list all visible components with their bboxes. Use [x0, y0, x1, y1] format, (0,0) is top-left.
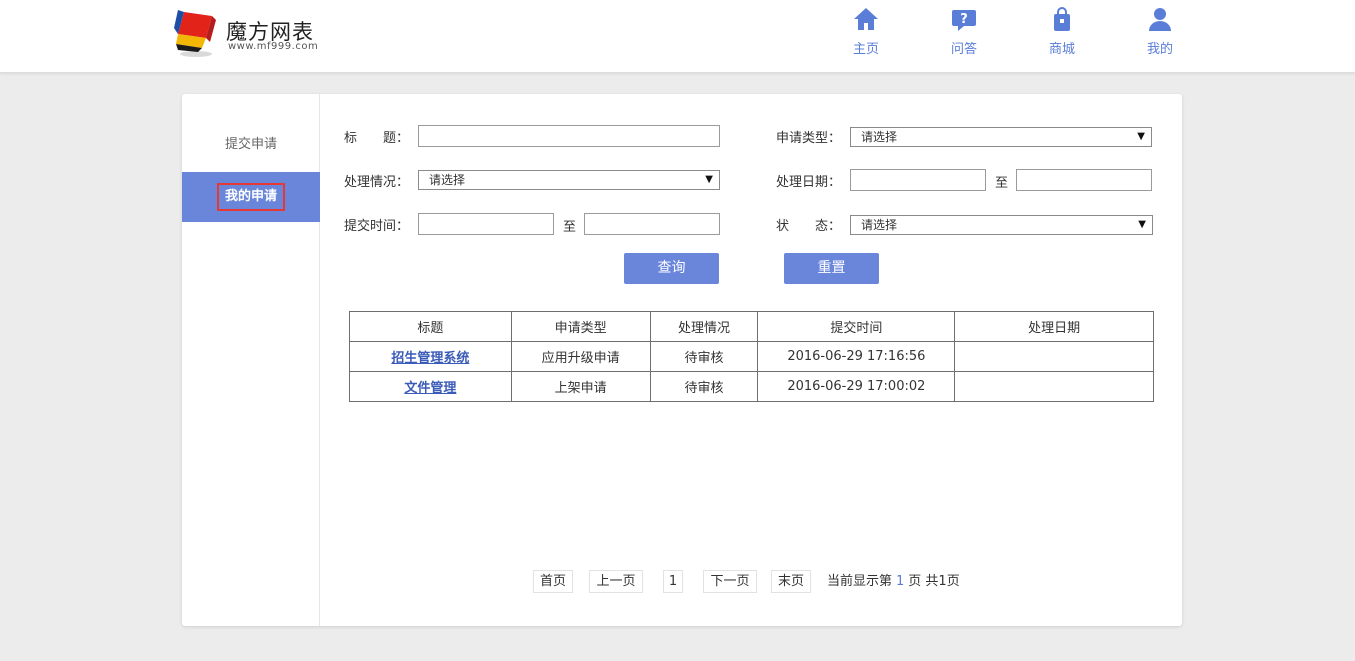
pagination-current-page: 1 — [896, 574, 905, 589]
cell-type: 应用升级申请 — [510, 341, 651, 372]
nav-home[interactable]: 主页 — [836, 6, 896, 58]
cell-submit-time: 2016-06-29 17:00:02 — [757, 371, 956, 402]
dropdown-arrow-icon: ▼ — [1138, 219, 1146, 230]
application-type-select[interactable]: 请选择 ▼ — [850, 127, 1152, 147]
nav-shop-label: 商城 — [1048, 42, 1075, 57]
cell-submit-time: 2016-06-29 17:16:56 — [757, 341, 956, 372]
reset-button[interactable]: 重置 — [784, 253, 879, 284]
applications-table: 标题 申请类型 处理情况 提交时间 处理日期 招生管理系统 应用升级申请 待审核… — [349, 311, 1154, 402]
sidebar-item-my-applications[interactable]: 我的申请 — [182, 172, 320, 222]
cell-type: 上架申请 — [510, 371, 651, 402]
pagination-first-button[interactable]: 首页 — [533, 570, 573, 593]
process-status-label: 处理情况： — [344, 175, 410, 190]
state-select[interactable]: 请选择 ▼ — [850, 215, 1153, 235]
pagination-info: 当前显示第 1 页 共1页 — [827, 570, 960, 593]
sidebar: 提交申请 我的申请 — [182, 94, 320, 626]
cell-title: 招生管理系统 — [349, 341, 512, 372]
column-header-status: 处理情况 — [649, 311, 759, 342]
process-status-value: 请选择 — [429, 173, 466, 187]
submit-time-end-input[interactable] — [584, 213, 720, 235]
application-type-value: 请选择 — [861, 130, 898, 144]
main-panel: 提交申请 我的申请 标 题： 申请类型： 请选择 ▼ 处理情况： 请选择 ▼ 处… — [182, 94, 1182, 626]
cell-handle-date — [954, 341, 1154, 372]
nav-shop[interactable]: 商城 — [1032, 6, 1092, 58]
dropdown-arrow-icon: ▼ — [1137, 131, 1145, 142]
column-header-title: 标题 — [349, 311, 512, 342]
title-label: 标 题： — [344, 131, 410, 146]
sidebar-item-label: 我的申请 — [216, 183, 285, 211]
application-title-link[interactable]: 招生管理系统 — [391, 351, 469, 366]
pagination-last-button[interactable]: 末页 — [771, 570, 811, 593]
submit-time-to-label: 至 — [563, 220, 577, 235]
cell-status: 待审核 — [649, 371, 759, 402]
shopping-bag-icon — [1054, 7, 1070, 31]
question-icon: ? — [952, 10, 976, 31]
cube-logo-icon — [174, 10, 216, 57]
handle-date-start-input[interactable] — [850, 169, 986, 191]
table-row: 文件管理 上架申请 待审核 2016-06-29 17:00:02 — [349, 371, 1154, 402]
pagination-info-suffix: 页 共1页 — [908, 574, 960, 589]
home-icon — [854, 8, 878, 30]
submit-time-label: 提交时间： — [344, 219, 410, 234]
nav-mine-label: 我的 — [1146, 42, 1173, 57]
process-status-select[interactable]: 请选择 ▼ — [418, 170, 720, 190]
cell-status: 待审核 — [649, 341, 759, 372]
nav-qa[interactable]: ? 问答 — [934, 6, 994, 58]
table-row: 招生管理系统 应用升级申请 待审核 2016-06-29 17:16:56 — [349, 341, 1154, 372]
pagination-prev-button[interactable]: 上一页 — [589, 570, 643, 593]
nav-home-label: 主页 — [852, 42, 879, 57]
handle-date-label: 处理日期： — [776, 175, 842, 190]
state-label: 状 态： — [776, 219, 842, 234]
column-header-handle-date: 处理日期 — [954, 311, 1154, 342]
column-header-submit-time: 提交时间 — [757, 311, 956, 342]
column-header-type: 申请类型 — [510, 311, 651, 342]
submit-time-start-input[interactable] — [418, 213, 554, 235]
title-input[interactable] — [418, 125, 720, 147]
sidebar-item-submit-application[interactable]: 提交申请 — [182, 120, 320, 170]
cell-handle-date — [954, 371, 1154, 402]
state-value: 请选择 — [861, 218, 898, 232]
site-logo[interactable]: 魔方网表 www.mf999.com — [172, 6, 322, 62]
dropdown-arrow-icon: ▼ — [705, 174, 713, 185]
pagination-page-1-button[interactable]: 1 — [663, 570, 683, 593]
logo-subtitle: www.mf999.com — [228, 41, 319, 52]
pagination-info-prefix: 当前显示第 — [827, 574, 893, 589]
pagination-next-button[interactable]: 下一页 — [703, 570, 757, 593]
nav-qa-label: 问答 — [950, 42, 977, 57]
nav-mine[interactable]: 我的 — [1130, 6, 1190, 58]
user-icon — [1149, 8, 1171, 31]
handle-date-end-input[interactable] — [1016, 169, 1152, 191]
application-type-label: 申请类型： — [776, 131, 842, 146]
cell-title: 文件管理 — [349, 371, 512, 402]
application-title-link[interactable]: 文件管理 — [404, 381, 456, 396]
top-header: 魔方网表 www.mf999.com 主页 ? 问答 商城 我的 — [0, 0, 1355, 73]
query-button[interactable]: 查询 — [624, 253, 719, 284]
sidebar-item-label: 提交申请 — [224, 137, 277, 152]
table-header-row: 标题 申请类型 处理情况 提交时间 处理日期 — [349, 311, 1154, 342]
svg-text:?: ? — [960, 12, 968, 27]
handle-date-to-label: 至 — [995, 176, 1009, 191]
